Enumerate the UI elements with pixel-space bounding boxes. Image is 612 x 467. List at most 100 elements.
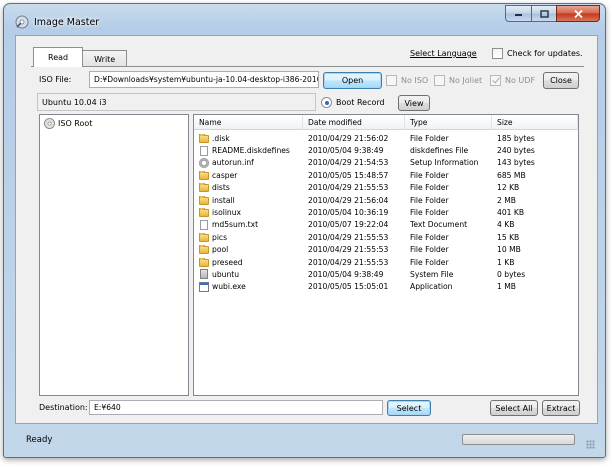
list-item-name-cell: pool — [194, 245, 303, 255]
boot-record-radio[interactable]: Boot Record — [321, 97, 385, 108]
folder-icon — [199, 245, 209, 255]
list-item[interactable]: md5sum.txt 2010/05/07 19:22:04 Text Docume… — [194, 219, 578, 231]
tab-write[interactable]: Write — [82, 50, 128, 67]
list-item[interactable]: pool 2010/04/29 21:55:53 File Folder 10 MB — [194, 244, 578, 256]
maximize-button[interactable] — [531, 5, 556, 22]
close-iso-label: Close — [550, 76, 572, 85]
app-window: Image Master Read Write Select Language … — [3, 3, 606, 458]
list-item-size: 240 bytes — [497, 146, 535, 156]
boot-record-dot[interactable] — [321, 97, 332, 108]
list-item-name: preseed — [212, 257, 243, 267]
list-item-date: 2010/04/29 21:56:04 — [308, 195, 389, 205]
view-button[interactable]: View — [398, 95, 430, 111]
open-button[interactable]: Open — [323, 72, 382, 89]
list-header: Name Date modified Type Size — [194, 115, 578, 130]
list-item[interactable]: preseed 2010/04/29 21:55:53 File Folder 1 K… — [194, 256, 578, 268]
select-all-button[interactable]: Select All — [490, 400, 538, 416]
column-header-date[interactable]: Date modified — [303, 115, 405, 130]
list-item[interactable]: pics 2010/04/29 21:55:53 File Folder 15 KB — [194, 231, 578, 243]
iso-tree-view[interactable]: ISO Root — [39, 114, 189, 396]
disc-icon — [44, 118, 55, 129]
application-icon — [199, 281, 209, 292]
list-item-type: Setup Information — [410, 158, 479, 168]
destination-field[interactable]: E:¥640 — [89, 400, 383, 415]
list-item-size: 15 KB — [497, 232, 520, 242]
folder-icon — [199, 257, 209, 267]
list-item-size: 12 KB — [497, 183, 520, 193]
folder-icon — [199, 208, 209, 218]
app-disc-icon — [15, 15, 29, 29]
folder-icon — [199, 183, 209, 193]
list-item-name: pool — [212, 245, 229, 255]
list-item-type: File Folder — [410, 257, 449, 267]
list-item-date: 2010/05/05 15:05:01 — [308, 282, 389, 292]
check-updates-box[interactable] — [492, 48, 503, 59]
list-item[interactable]: casper 2010/05/05 15:48:57 File Folder 685 … — [194, 169, 578, 181]
title-bar[interactable]: Image Master — [4, 4, 605, 34]
window-title: Image Master — [34, 17, 100, 28]
list-item-type: System File — [410, 269, 454, 279]
select-all-label: Select All — [495, 403, 533, 413]
list-item[interactable]: autorun.inf 2010/04/29 21:54:53 Setup Info… — [194, 157, 578, 169]
list-item[interactable]: install 2010/04/29 21:56:04 File Folder 2 M… — [194, 194, 578, 206]
no-iso-checkbox[interactable]: No ISO — [386, 75, 428, 86]
no-joliet-checkbox[interactable]: No Joliet — [434, 75, 482, 86]
maximize-icon — [539, 9, 549, 18]
list-item-size: 1 MB — [497, 282, 517, 292]
list-item-date: 2010/04/29 21:55:53 — [308, 245, 389, 255]
list-item-type: File Folder — [410, 170, 449, 180]
tree-item-iso-root[interactable]: ISO Root — [44, 118, 92, 129]
tab-read[interactable]: Read — [33, 47, 84, 67]
list-item-name-cell: ubuntu — [194, 269, 303, 280]
list-item-date: 2010/04/29 21:55:53 — [308, 232, 389, 242]
select-destination-button[interactable]: Select — [387, 400, 431, 416]
file-list-view[interactable]: Name Date modified Type Size .disk 2010/0… — [193, 114, 579, 396]
list-item-name-cell: isolinux — [194, 208, 303, 218]
list-item[interactable]: README.diskdefines 2010/05/04 9:38:49 disk… — [194, 144, 578, 156]
list-item[interactable]: isolinux 2010/05/04 10:36:19 File Folder 40… — [194, 206, 578, 218]
resize-grip-icon[interactable] — [586, 440, 595, 449]
list-item-name-cell: .disk — [194, 133, 303, 143]
list-item[interactable]: .disk 2010/04/29 21:56:02 File Folder 185 b… — [194, 132, 578, 144]
check-updates-checkbox[interactable]: Check for updates. — [492, 48, 583, 59]
list-item-date: 2010/05/07 19:22:04 — [308, 220, 389, 230]
no-joliet-box[interactable] — [434, 75, 445, 86]
list-item[interactable]: ubuntu 2010/05/04 9:38:49 System File 0 byt… — [194, 268, 578, 280]
status-bar: Ready — [15, 429, 598, 455]
list-item-name: README.diskdefines — [212, 146, 290, 156]
no-udf-checkbox[interactable]: No UDF — [490, 75, 535, 86]
extract-button[interactable]: Extract — [542, 400, 580, 416]
close-iso-button[interactable]: Close — [543, 72, 579, 89]
close-window-button[interactable] — [556, 5, 600, 22]
no-iso-box[interactable] — [386, 75, 397, 86]
iso-path-field[interactable]: D:¥Downloads¥system¥ubuntu-ja-10.04-desk… — [89, 71, 319, 88]
main-panel: Read Write Select Language Check for upd… — [15, 35, 598, 424]
view-button-label: View — [404, 98, 424, 108]
list-item-type: Text Document — [410, 220, 468, 230]
list-item-name: ubuntu — [212, 269, 240, 279]
column-header-type[interactable]: Type — [405, 115, 492, 130]
minimize-button[interactable] — [505, 5, 531, 22]
list-item-date: 2010/05/04 9:38:49 — [308, 146, 384, 156]
folder-icon — [199, 170, 209, 180]
list-item-size: 143 bytes — [497, 158, 535, 168]
column-header-size[interactable]: Size — [492, 115, 578, 130]
select-language-link[interactable]: Select Language — [410, 49, 477, 58]
list-rows: .disk 2010/04/29 21:56:02 File Folder 185 b… — [194, 132, 578, 293]
document-icon — [200, 145, 208, 156]
folder-icon — [199, 133, 209, 143]
list-item[interactable]: wubi.exe 2010/05/05 15:05:01 Application 1 … — [194, 281, 578, 293]
list-item-size: 2 MB — [497, 195, 517, 205]
list-item[interactable]: dists 2010/04/29 21:55:53 File Folder 12 KB — [194, 182, 578, 194]
tab-read-label: Read — [48, 53, 69, 62]
list-item-type: File Folder — [410, 232, 449, 242]
iso-file-label: ISO File: — [39, 75, 72, 84]
list-item-name-cell: README.diskdefines — [194, 145, 303, 156]
list-item-name-cell: casper — [194, 170, 303, 180]
list-item-name: md5sum.txt — [212, 220, 259, 230]
list-item-name: .disk — [212, 133, 230, 143]
list-item-type: File Folder — [410, 183, 449, 193]
column-header-name[interactable]: Name — [194, 115, 303, 130]
no-udf-box[interactable] — [490, 75, 501, 86]
list-item-size: 0 bytes — [497, 269, 526, 279]
